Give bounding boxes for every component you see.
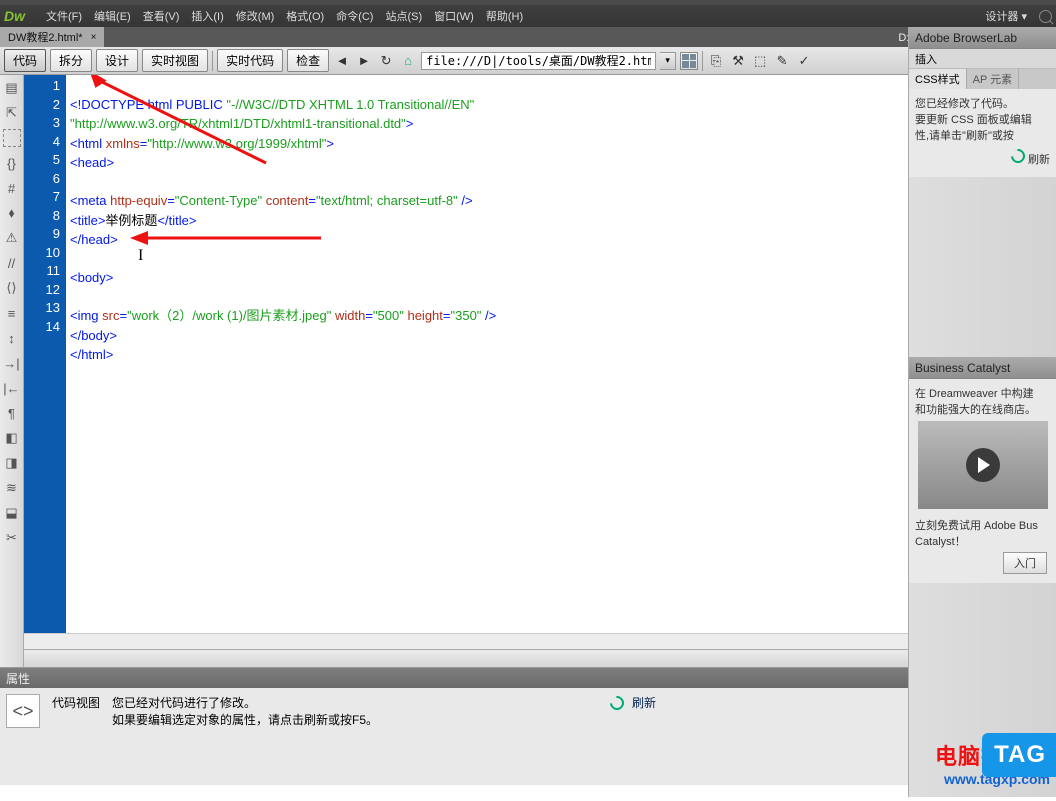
open-documents-icon[interactable]: ▤ xyxy=(3,79,21,97)
highlight-icon[interactable]: ⬧ xyxy=(3,204,21,222)
browserlab-panel-header[interactable]: Adobe BrowserLab xyxy=(909,27,1056,49)
syntax-error-icon[interactable]: ⚠ xyxy=(3,229,21,247)
tool-extra-3[interactable]: ≋ xyxy=(3,479,21,497)
bc-msg2: 和功能强大的在线商店。 xyxy=(915,401,1050,417)
css-styles-tab[interactable]: CSS样式 xyxy=(909,69,967,89)
menu-bar: Dw 文件(F) 编辑(E) 查看(V) 插入(I) 修改(M) 格式(O) 命… xyxy=(0,5,1056,27)
collapse-icon[interactable]: ⇱ xyxy=(3,104,21,122)
status-bar: 74 K / 2 秒 Unicode (UTF-8) xyxy=(24,649,1056,667)
text-cursor-icon: I xyxy=(138,247,143,266)
address-dropdown[interactable]: ▾ xyxy=(660,52,676,70)
workspace-switcher[interactable]: 设计器 ▾ xyxy=(979,6,1033,26)
annotation-arrow-2 xyxy=(126,225,336,255)
business-catalyst-header[interactable]: Business Catalyst xyxy=(909,357,1056,379)
forward-icon[interactable]: ► xyxy=(355,52,373,70)
app-logo: Dw xyxy=(4,8,32,24)
document-tab[interactable]: DW教程2.html* × xyxy=(0,27,104,47)
properties-message-2: 如果要编辑选定对象的属性，请点击刷新或按F5。 xyxy=(112,711,378,728)
tool-icon-2[interactable]: ⚒ xyxy=(729,52,747,70)
css-panel-msg2: 要更新 CSS 面板或编辑 xyxy=(915,111,1050,127)
menu-help[interactable]: 帮助(H) xyxy=(480,6,529,26)
balance-braces-icon[interactable]: {} xyxy=(3,154,21,172)
menu-commands[interactable]: 命令(C) xyxy=(330,6,379,26)
menu-insert[interactable]: 插入(I) xyxy=(185,6,229,26)
bc-msg3: 立刻免费试用 Adobe Bus xyxy=(915,517,1050,533)
code-view-button[interactable]: 代码 xyxy=(4,49,46,72)
properties-view-label: 代码视图 xyxy=(52,694,100,711)
coding-toolbar: ▤ ⇱ {} # ⬧ ⚠ // ⟨⟩ ≡ ↕ →| |← ¶ ◧ ◨ ≋ ⬓ ✂ xyxy=(0,75,24,667)
tool-icon-5[interactable]: ✓ xyxy=(795,52,813,70)
horizontal-scrollbar[interactable] xyxy=(24,633,1056,649)
css-panel-msg1: 您已经修改了代码。 xyxy=(915,95,1050,111)
address-field[interactable] xyxy=(421,52,656,70)
tool-extra-2[interactable]: ◨ xyxy=(3,454,21,472)
format-source-icon[interactable]: ¶ xyxy=(3,404,21,422)
close-icon[interactable]: × xyxy=(91,32,97,43)
live-view-button[interactable]: 实时视图 xyxy=(142,49,208,72)
menu-site[interactable]: 站点(S) xyxy=(379,6,428,26)
menu-format[interactable]: 格式(O) xyxy=(280,6,330,26)
wrap-tag-icon[interactable]: ⟨⟩ xyxy=(3,279,21,297)
document-tabs: DW教程2.html* × D:\tools\桌面\DW教程2.html xyxy=(0,27,1056,47)
code-view-icon: <> xyxy=(6,694,40,728)
tag-badge: TAG xyxy=(982,733,1056,777)
indent-icon[interactable]: →| xyxy=(3,354,21,372)
menu-window[interactable]: 窗口(W) xyxy=(428,6,480,26)
refresh-label[interactable]: 刷新 xyxy=(632,694,656,711)
css-panel-msg3: 性,请单击"刷新"或按 xyxy=(915,127,1050,143)
properties-panel: 属性 ▾☰ <> 代码视图 您已经对代码进行了修改。 如果要编辑选定对象的属性，… xyxy=(0,667,1056,785)
select-parent-icon[interactable] xyxy=(3,129,21,147)
bc-video-thumbnail[interactable] xyxy=(918,421,1048,509)
tool-icon-3[interactable]: ⬚ xyxy=(751,52,769,70)
design-view-button[interactable]: 设计 xyxy=(96,49,138,72)
line-numbers-icon[interactable]: # xyxy=(3,179,21,197)
insert-panel-header[interactable]: 插入 xyxy=(909,49,1056,69)
properties-title: 属性 xyxy=(6,670,30,687)
tool-extra-4[interactable]: ⬓ xyxy=(3,504,21,522)
inspect-button[interactable]: 检查 xyxy=(287,49,329,72)
search-icon[interactable] xyxy=(1039,10,1052,23)
right-panel-group: Adobe BrowserLab 插入 CSS样式 AP 元素 您已经修改了代码… xyxy=(908,27,1056,797)
tool-extra-1[interactable]: ◧ xyxy=(3,429,21,447)
back-icon[interactable]: ◄ xyxy=(333,52,351,70)
move-css-icon[interactable]: ↕ xyxy=(3,329,21,347)
css-refresh-label[interactable]: 刷新 xyxy=(1028,154,1050,166)
document-tab-label: DW教程2.html* xyxy=(8,29,83,45)
menu-file[interactable]: 文件(F) xyxy=(40,6,88,26)
refresh-icon[interactable] xyxy=(607,693,627,713)
bc-start-button[interactable]: 入门 xyxy=(1003,552,1047,574)
home-icon[interactable]: ⌂ xyxy=(399,52,417,70)
menu-view[interactable]: 查看(V) xyxy=(137,6,186,26)
split-view-button[interactable]: 拆分 xyxy=(50,49,92,72)
recent-snippets-icon[interactable]: ≡ xyxy=(3,304,21,322)
menu-edit[interactable]: 编辑(E) xyxy=(88,6,137,26)
document-toolbar: 代码 拆分 设计 实时视图 实时代码 检查 ◄ ► ↻ ⌂ ▾ ⎘ ⚒ ⬚ ✎ … xyxy=(0,47,1056,75)
ap-elements-tab[interactable]: AP 元素 xyxy=(967,69,1020,89)
line-gutter: 1234567891011121314 xyxy=(24,75,66,633)
tool-extra-5[interactable]: ✂ xyxy=(3,529,21,547)
play-icon xyxy=(966,448,1000,482)
bc-msg1: 在 Dreamweaver 中构建 xyxy=(915,385,1050,401)
refresh-icon[interactable]: ↻ xyxy=(377,52,395,70)
properties-message-1: 您已经对代码进行了修改。 xyxy=(112,694,378,711)
live-code-button[interactable]: 实时代码 xyxy=(217,49,283,72)
menu-modify[interactable]: 修改(M) xyxy=(230,6,281,26)
tool-icon-4[interactable]: ✎ xyxy=(773,52,791,70)
refresh-icon[interactable] xyxy=(1008,146,1028,166)
outdent-icon[interactable]: |← xyxy=(3,379,21,397)
multiscreen-icon[interactable] xyxy=(680,52,698,70)
tool-icon-1[interactable]: ⎘ xyxy=(707,52,725,70)
bc-msg4: Catalyst！ xyxy=(915,533,1050,549)
apply-comment-icon[interactable]: // xyxy=(3,254,21,272)
